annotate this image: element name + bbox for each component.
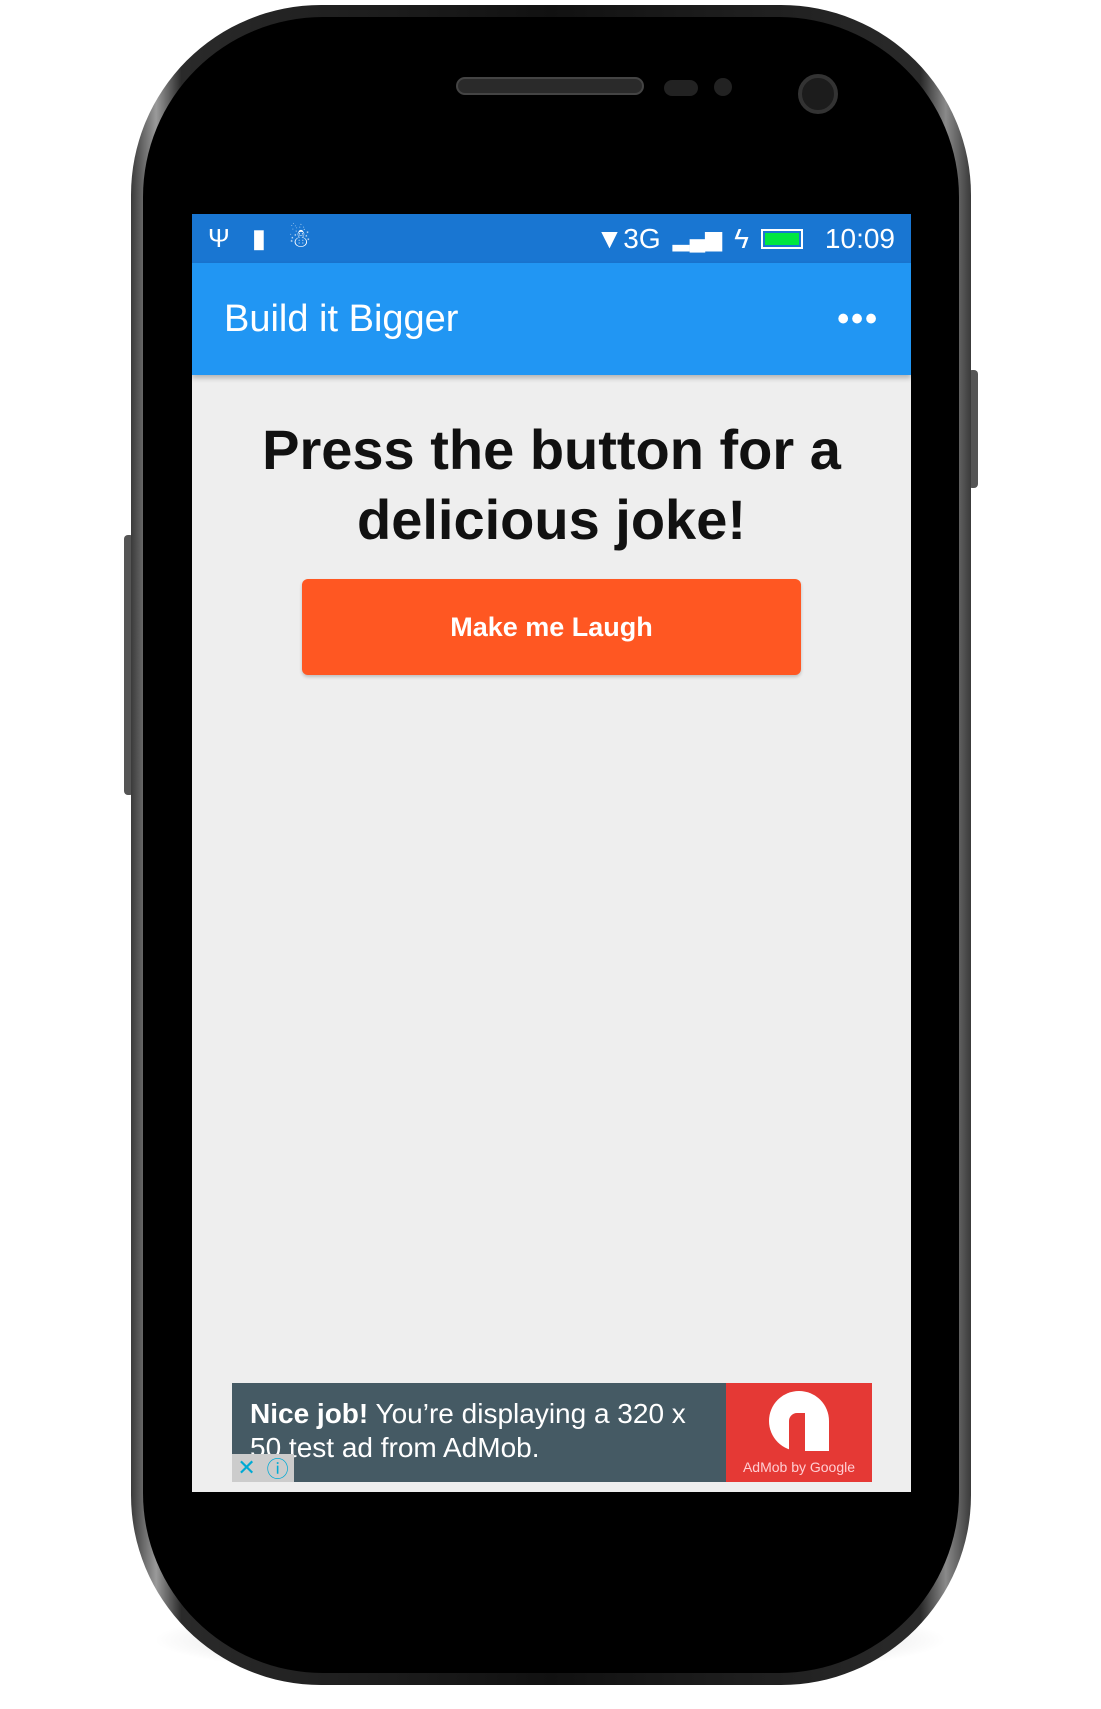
proximity-sensor [664, 80, 698, 96]
earpiece-speaker [456, 77, 644, 95]
usb-icon: Ψ [208, 223, 230, 253]
status-bar: Ψ ▮ ☃ ▼ 3G ▂▄▆ ϟ 10:09 [192, 214, 911, 263]
admob-logo: AdMob by Google [726, 1383, 872, 1482]
ad-controls: ✕ ⓘ [232, 1454, 294, 1482]
signal-icon: ▂▄▆ [672, 225, 723, 251]
overflow-menu-icon[interactable]: ••• [837, 300, 879, 339]
light-sensor [714, 78, 732, 96]
app-title: Build it Bigger [224, 297, 459, 340]
screen: Ψ ▮ ☃ ▼ 3G ▂▄▆ ϟ 10:09 Build it Bigger •… [192, 214, 911, 1492]
ad-close-icon[interactable]: ✕ [237, 1455, 255, 1481]
battery-icon [760, 228, 803, 249]
charging-icon: ϟ [734, 222, 749, 254]
android-debug-icon: ☃ [288, 223, 312, 253]
ad-text: Nice job! You’re displaying a 320 x 50 t… [232, 1383, 726, 1482]
ad-headline: Nice job! [250, 1398, 369, 1429]
front-camera [798, 74, 838, 114]
joke-prompt-heading: Press the button for a delicious joke! [262, 418, 841, 551]
ad-banner[interactable]: Nice job! You’re displaying a 320 x 50 t… [232, 1383, 872, 1482]
wifi-icon: ▼ [595, 222, 624, 254]
admob-mark-icon [769, 1390, 829, 1451]
make-me-laugh-button[interactable]: Make me Laugh [302, 579, 801, 675]
app-bar: Build it Bigger ••• [192, 263, 911, 375]
ad-info-icon[interactable]: ⓘ [267, 1452, 289, 1484]
admob-brand: AdMob by Google [742, 1458, 856, 1475]
sim-alert-icon: ▮ [251, 223, 267, 253]
clock: 10:09 [824, 222, 895, 254]
network-type: 3G [623, 222, 661, 254]
